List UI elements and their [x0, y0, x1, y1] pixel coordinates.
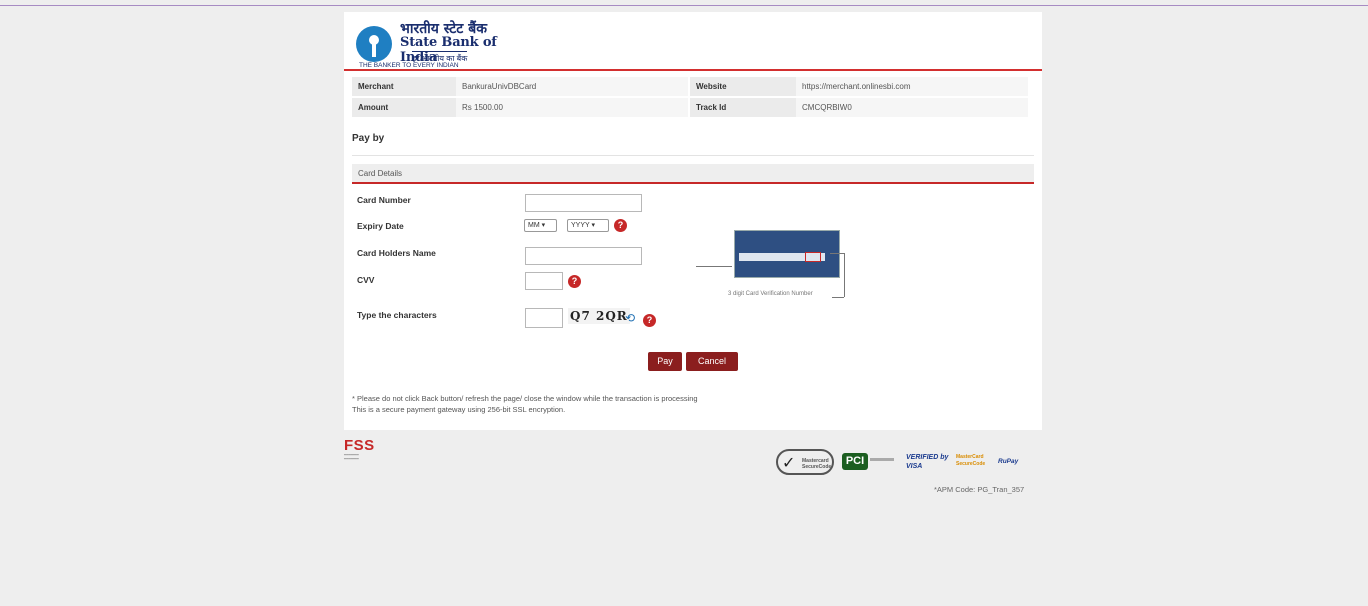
merchant-value: BankuraUnivDBCard: [456, 77, 688, 96]
card-holder-input[interactable]: [525, 247, 642, 265]
website-label: Website: [690, 77, 796, 96]
tagline: THE BANKER TO EVERY INDIAN: [359, 62, 459, 69]
security-badges: ✓ Mastercard SecureCode PCI VERIFIED by …: [776, 449, 1038, 475]
rupay-badge: RuPay: [998, 458, 1019, 465]
pay-button[interactable]: Pay: [648, 352, 682, 371]
cvv-label: CVV: [357, 275, 375, 285]
captcha-image: Q7 2QR: [568, 308, 630, 324]
trackid-value: CMCQRBIW0: [796, 98, 1028, 117]
payment-panel: भारतीय स्टेट बैंक State Bank of India हर…: [344, 12, 1042, 430]
expiry-year-value: YYYY: [571, 222, 590, 229]
captcha-input[interactable]: [525, 308, 563, 328]
help-icon[interactable]: ?: [568, 275, 581, 288]
card-number-input[interactable]: [525, 194, 642, 212]
transaction-info: Merchant BankuraUnivDBCard Website https…: [352, 77, 1028, 119]
card-details-header: Card Details: [352, 164, 1034, 184]
warning-note: * Please do not click Back button/ refre…: [352, 394, 698, 403]
trackid-label: Track Id: [690, 98, 796, 117]
verified-by-visa-badge: VERIFIED by VISA: [906, 454, 949, 470]
apm-code: *APM Code: PG_Tran_357: [934, 485, 1025, 494]
info-row: Amount Rs 1500.00 Track Id CMCQRBIW0: [352, 98, 1028, 117]
captcha-label: Type the characters: [357, 310, 437, 320]
amount-label: Amount: [352, 98, 456, 117]
top-divider: [0, 5, 1368, 6]
card-number-label: Card Number: [357, 195, 411, 205]
cvv-input[interactable]: [525, 272, 563, 290]
pay-by-heading: Pay by: [352, 133, 385, 144]
header-divider: [344, 69, 1042, 71]
security-note: This is a secure payment gateway using 2…: [352, 405, 566, 414]
cancel-button[interactable]: Cancel: [686, 352, 738, 371]
expiry-year-select[interactable]: YYYY ▾: [567, 219, 609, 232]
expiry-month-select[interactable]: MM ▾: [524, 219, 557, 232]
sbi-logo-icon: [356, 26, 392, 62]
info-row: Merchant BankuraUnivDBCard Website https…: [352, 77, 1028, 96]
expiry-month-value: MM: [528, 222, 540, 229]
cvv-pointer-line: [832, 297, 844, 298]
divider: [352, 155, 1034, 156]
fss-logo: FSS: [344, 437, 375, 454]
help-icon[interactable]: ?: [643, 314, 656, 327]
sbi-logo: भारतीय स्टेट बैंक State Bank of India हर…: [356, 17, 526, 73]
merchant-label: Merchant: [352, 77, 456, 96]
help-icon[interactable]: ?: [614, 219, 627, 232]
cvv-caption: 3 digit Card Verification Number: [728, 291, 813, 297]
cvv-pointer-line: [844, 253, 845, 297]
mastercard-badge: MasterCard SecureCode: [956, 454, 986, 467]
cvv-pointer-line: [830, 253, 844, 254]
website-value: https://merchant.onlinesbi.com: [796, 77, 1028, 96]
card-back-image: [734, 230, 840, 278]
fss-logo-subtext: ━━━━━━━ ━━━━━━━: [344, 453, 359, 461]
refresh-icon[interactable]: ⟲: [625, 311, 635, 325]
pci-badge: PCI: [842, 449, 896, 475]
card-holder-label: Card Holders Name: [357, 248, 436, 258]
amount-value: Rs 1500.00: [456, 98, 688, 117]
expiry-date-label: Expiry Date: [357, 221, 404, 231]
mastercard-securecode-badge: ✓ Mastercard SecureCode: [776, 449, 834, 475]
cvv-pointer-line: [696, 266, 732, 267]
